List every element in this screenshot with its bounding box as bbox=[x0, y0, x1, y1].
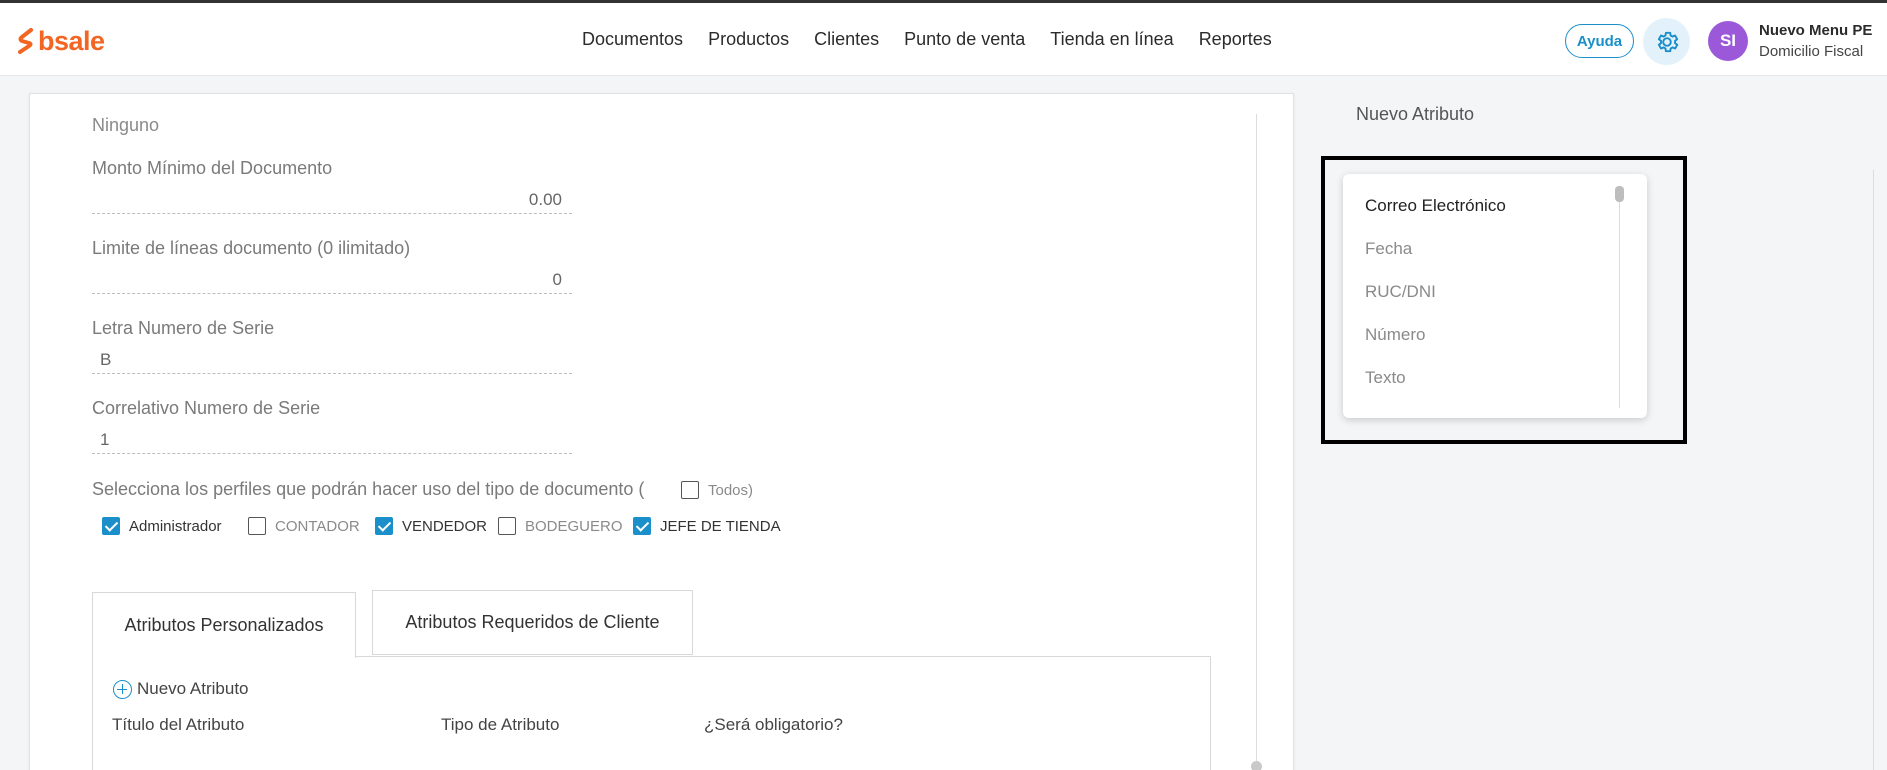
panel-scrollbar-track[interactable] bbox=[1256, 114, 1257, 770]
perfiles-label: Selecciona los perfiles que podrán hacer… bbox=[92, 479, 645, 499]
profile-jefe-de-tienda[interactable]: JEFE DE TIENDA bbox=[633, 517, 781, 535]
limite-lineas-label: Limite de líneas documento (0 ilimitado) bbox=[92, 238, 411, 258]
letra-serie-label: Letra Numero de Serie bbox=[92, 318, 275, 338]
top-navbar: bsale Documentos Productos Clientes Punt… bbox=[0, 3, 1887, 76]
attributes-tab-content: Nuevo Atributo Título del Atributo Tipo … bbox=[92, 656, 1211, 770]
profile-contador-checkbox[interactable] bbox=[248, 517, 266, 535]
todos-label: Todos) bbox=[708, 481, 754, 499]
bsale-logo[interactable]: bsale bbox=[18, 25, 105, 56]
profile-administrador-label: Administrador bbox=[129, 517, 222, 535]
letra-serie-input[interactable]: B bbox=[92, 344, 572, 374]
profile-bodeguero-checkbox[interactable] bbox=[498, 517, 516, 535]
logo-text: bsale bbox=[38, 25, 105, 56]
user-subtitle[interactable]: Domicilio Fiscal bbox=[1759, 43, 1863, 60]
plus-circle-icon bbox=[113, 680, 132, 699]
document-type-form-panel: Ninguno Monto Mínimo del Documento 0.00 … bbox=[29, 93, 1294, 770]
profile-administrador-checkbox[interactable] bbox=[102, 517, 120, 535]
option-texto[interactable]: Texto bbox=[1365, 368, 1406, 388]
correlativo-serie-label: Correlativo Numero de Serie bbox=[92, 398, 321, 418]
tab-atributos-requeridos[interactable]: Atributos Requeridos de Cliente bbox=[372, 590, 693, 655]
profile-jefe-de-tienda-checkbox[interactable] bbox=[633, 517, 651, 535]
dropdown-scrollbar-thumb[interactable] bbox=[1615, 186, 1624, 202]
column-tipo-atributo: Tipo de Atributo bbox=[441, 715, 560, 734]
correlativo-serie-input[interactable]: 1 bbox=[92, 424, 572, 454]
main-nav: Documentos Productos Clientes Punto de v… bbox=[582, 29, 1297, 50]
column-obligatorio: ¿Será obligatorio? bbox=[704, 715, 843, 734]
panel-scrollbar-thumb[interactable] bbox=[1251, 761, 1262, 770]
correlativo-serie-value: 1 bbox=[100, 430, 110, 449]
option-correo-electronico[interactable]: Correo Electrónico bbox=[1365, 196, 1506, 216]
profile-vendedor[interactable]: VENDEDOR bbox=[375, 517, 487, 535]
nav-punto-de-venta[interactable]: Punto de venta bbox=[904, 29, 1025, 50]
ninguno-text: Ninguno bbox=[92, 115, 160, 135]
monto-minimo-label: Monto Mínimo del Documento bbox=[92, 158, 333, 178]
profile-vendedor-checkbox[interactable] bbox=[375, 517, 393, 535]
profile-vendedor-label: VENDEDOR bbox=[402, 517, 488, 535]
todos-checkbox[interactable] bbox=[681, 481, 699, 499]
user-name[interactable]: Nuevo Menu PE bbox=[1759, 22, 1872, 39]
nav-reportes[interactable]: Reportes bbox=[1199, 29, 1272, 50]
tab-atributos-personalizados[interactable]: Atributos Personalizados bbox=[92, 592, 356, 658]
profile-contador[interactable]: CONTADOR bbox=[248, 517, 360, 535]
profile-administrador[interactable]: Administrador bbox=[102, 517, 222, 535]
nav-tienda-en-linea[interactable]: Tienda en línea bbox=[1050, 29, 1173, 50]
profile-jefe-de-tienda-label: JEFE DE TIENDA bbox=[660, 517, 781, 535]
profile-bodeguero[interactable]: BODEGUERO bbox=[498, 517, 623, 535]
profile-bodeguero-label: BODEGUERO bbox=[525, 517, 623, 535]
side-panel-title: Nuevo Atributo bbox=[1356, 104, 1475, 124]
letra-serie-value: B bbox=[100, 350, 112, 369]
settings-button[interactable] bbox=[1643, 18, 1690, 65]
profile-contador-label: CONTADOR bbox=[275, 517, 360, 535]
nav-clientes[interactable]: Clientes bbox=[814, 29, 879, 50]
new-attribute-label: Nuevo Atributo bbox=[137, 679, 249, 698]
attribute-type-dropdown[interactable]: Correo Electrónico Fecha RUC/DNI Número … bbox=[1343, 174, 1647, 418]
option-numero[interactable]: Número bbox=[1365, 325, 1425, 345]
option-ruc-dni[interactable]: RUC/DNI bbox=[1365, 282, 1436, 302]
column-titulo-atributo: Título del Atributo bbox=[112, 715, 245, 734]
gear-icon bbox=[1657, 31, 1678, 52]
nav-productos[interactable]: Productos bbox=[708, 29, 789, 50]
limite-lineas-input[interactable]: 0 bbox=[92, 264, 572, 294]
todos-checkbox-group[interactable]: Todos) bbox=[681, 481, 753, 499]
bsale-logo-icon bbox=[18, 28, 33, 54]
option-fecha[interactable]: Fecha bbox=[1365, 239, 1412, 259]
limite-lineas-value: 0 bbox=[552, 270, 562, 289]
monto-minimo-input[interactable]: 0.00 bbox=[92, 184, 572, 214]
monto-minimo-value: 0.00 bbox=[528, 190, 562, 209]
dropdown-scrollbar-track[interactable] bbox=[1619, 188, 1620, 408]
page-right-divider bbox=[1873, 170, 1874, 770]
help-button[interactable]: Ayuda bbox=[1565, 24, 1634, 58]
nav-documentos[interactable]: Documentos bbox=[582, 29, 683, 50]
user-avatar[interactable]: SI bbox=[1708, 21, 1748, 61]
